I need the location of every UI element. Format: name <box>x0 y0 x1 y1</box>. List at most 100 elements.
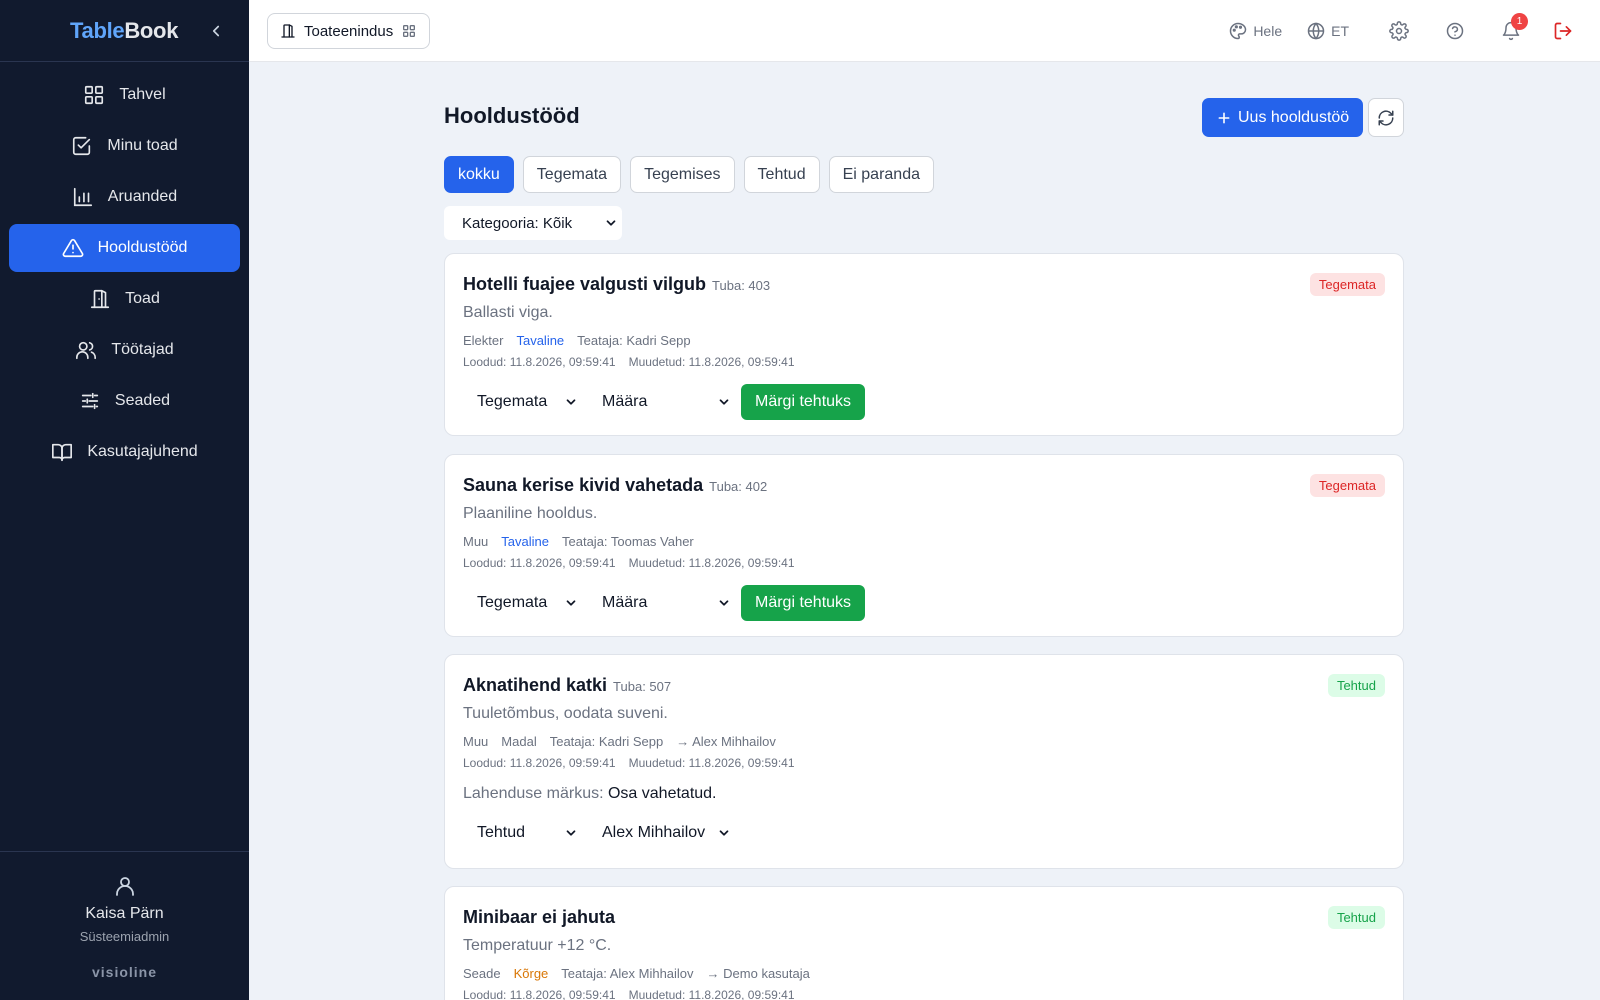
status-select[interactable]: Tegemata <box>463 585 578 621</box>
sidebar-item-aruanded[interactable]: Aruanded <box>9 173 240 221</box>
task-modified: Muudetud: 11.8.2026, 09:59:41 <box>628 355 795 369</box>
grid-icon <box>85 85 104 105</box>
status-select-value: Tegemata <box>477 594 548 611</box>
task-created: Loodud: 11.8.2026, 09:59:41 <box>463 556 616 570</box>
status-badge: Tehtud <box>1327 906 1385 929</box>
users-icon <box>76 341 97 360</box>
topbar: Toateenindus Hele ET 1 <box>249 0 1600 62</box>
resolution-label: Lahenduse märkus: <box>463 785 604 802</box>
task-priority: Kõrge <box>513 966 549 981</box>
refresh-button[interactable] <box>1368 98 1404 137</box>
category-select-value: Kategooria: Kõik <box>462 214 573 232</box>
location-label: Toateenindus <box>304 22 394 40</box>
sidebar-item-tootajad[interactable]: Töötajad <box>9 326 240 374</box>
app-logo[interactable]: TableBook <box>70 18 178 44</box>
collapse-sidebar-button[interactable] <box>206 21 226 41</box>
task-modified: Muudetud: 11.8.2026, 09:59:41 <box>628 556 795 570</box>
vendor-logo: visioline <box>91 964 158 980</box>
task-description: Tuuletõmbus, oodata suveni. <box>463 705 668 722</box>
task-modified: Muudetud: 11.8.2026, 09:59:41 <box>628 756 795 770</box>
logout-button[interactable] <box>1553 21 1573 41</box>
filter-tegemises[interactable]: Tegemises <box>630 156 735 193</box>
user-panel: Kaisa Pärn Süsteemiadmin visioline <box>0 851 249 1000</box>
task-controls: Tegemata Määra Märgi tehtuks <box>463 384 866 420</box>
task-controls: Tehtud Alex Mihhailov <box>463 815 731 851</box>
assignee-select[interactable]: Määra <box>588 585 731 621</box>
mark-done-button[interactable]: Märgi tehtuks <box>741 585 866 621</box>
filter-tegemata[interactable]: Tegemata <box>522 156 622 193</box>
sidebar-item-label: Aruanded <box>107 188 178 205</box>
sidebar-item-toad[interactable]: Toad <box>9 275 240 323</box>
sidebar-item-seaded[interactable]: Seaded <box>9 377 240 425</box>
task-reporter: Teataja: Alex Mihhailov <box>561 966 694 981</box>
status-badge: Tehtud <box>1327 674 1385 697</box>
language-switcher[interactable]: ET <box>1306 21 1349 41</box>
task-card: Minibaar ei jahuta Tehtud Temperatuur +1… <box>444 886 1404 1000</box>
language-label: ET <box>1331 23 1349 39</box>
bar-chart-icon <box>73 187 92 207</box>
settings-button[interactable] <box>1389 21 1409 41</box>
sidebar-item-label: Kasutajajuhend <box>87 443 198 460</box>
task-category: Muu <box>463 734 489 749</box>
status-badge: Tegemata <box>1309 273 1385 296</box>
page-title: Hooldustööd <box>444 103 580 128</box>
status-badge: Tegemata <box>1309 474 1385 497</box>
mark-done-button[interactable]: Märgi tehtuks <box>741 384 866 420</box>
task-modified: Muudetud: 11.8.2026, 09:59:41 <box>628 988 795 1000</box>
new-task-button[interactable]: Uus hooldustöö <box>1202 98 1364 137</box>
status-select[interactable]: Tehtud <box>463 815 578 851</box>
sidebar-item-minu-toad[interactable]: Minu toad <box>9 122 240 170</box>
filter-kokku[interactable]: kokku <box>444 156 514 193</box>
chevron-down-icon <box>719 830 729 836</box>
sidebar-item-tahvel[interactable]: Tahvel <box>9 71 240 119</box>
help-button[interactable] <box>1445 21 1465 41</box>
task-priority: Madal <box>501 734 537 749</box>
filter-ei-paranda[interactable]: Ei paranda <box>828 156 934 193</box>
door-icon <box>91 289 110 309</box>
task-reporter: Teataja: Kadri Sepp <box>577 333 691 348</box>
plus-icon <box>1218 112 1230 123</box>
status-select[interactable]: Tegemata <box>463 384 578 420</box>
category-select[interactable]: Kategooria: Kõik <box>444 206 622 240</box>
sidebar-item-label: Minu toad <box>107 137 178 154</box>
task-meta: Elekter Tavaline Teataja: Kadri Sepp <box>463 333 691 348</box>
chevron-down-icon <box>719 600 729 606</box>
task-reporter: Teataja: Toomas Vaher <box>562 534 694 549</box>
task-title-text: Hotelli fuajee valgusti vilgub <box>463 274 707 294</box>
logo-part-2: Book <box>124 18 179 43</box>
assignee-select[interactable]: Määra <box>588 384 731 420</box>
sidebar-item-hooldustood[interactable]: Hooldustööd <box>9 224 240 272</box>
chevron-down-icon <box>566 830 576 836</box>
globe-icon <box>1307 22 1325 40</box>
resolution-text: Osa vahetatud. <box>607 785 717 802</box>
filter-tehtud[interactable]: Tehtud <box>743 156 820 193</box>
grid-icon <box>403 24 416 37</box>
brand-row: TableBook <box>0 0 249 62</box>
palette-icon <box>1230 22 1247 40</box>
chevron-down-icon <box>719 399 729 405</box>
task-title-text: Minibaar ei jahuta <box>463 907 616 927</box>
book-icon <box>52 443 73 462</box>
task-assignee: → Demo kasutaja <box>706 966 810 981</box>
task-title: Hotelli fuajee valgusti vilgub Tuba: 403 <box>463 274 770 295</box>
task-description: Ballasti viga. <box>463 304 553 321</box>
assignee-select[interactable]: Alex Mihhailov <box>588 815 731 851</box>
new-task-label: Uus hooldustöö <box>1238 108 1350 126</box>
theme-toggle[interactable]: Hele <box>1228 21 1282 41</box>
status-select-value: Tehtud <box>477 824 526 841</box>
sidebar-item-label: Hooldustööd <box>97 239 188 256</box>
task-dates: Loodud: 11.8.2026, 09:59:41 Muudetud: 11… <box>463 988 795 1000</box>
top-actions: Hele ET 1 <box>1228 0 1600 62</box>
task-room: Tuba: 403 <box>712 278 771 293</box>
task-created: Loodud: 11.8.2026, 09:59:41 <box>463 988 616 1000</box>
assignee-select-value: Määra <box>602 393 648 410</box>
task-card: Hotelli fuajee valgusti vilgub Tuba: 403 … <box>444 253 1404 436</box>
task-room: Tuba: 507 <box>613 679 672 694</box>
task-dates: Loodud: 11.8.2026, 09:59:41 Muudetud: 11… <box>463 355 795 369</box>
checkbox-icon <box>73 136 91 156</box>
task-title-text: Aknatihend katki <box>463 675 608 695</box>
sidebar-item-kasutajajuhend[interactable]: Kasutajajuhend <box>9 428 240 476</box>
location-switcher[interactable]: Toateenindus <box>267 13 431 49</box>
notifications-button[interactable]: 1 <box>1501 13 1528 41</box>
chevron-down-icon <box>566 399 576 405</box>
